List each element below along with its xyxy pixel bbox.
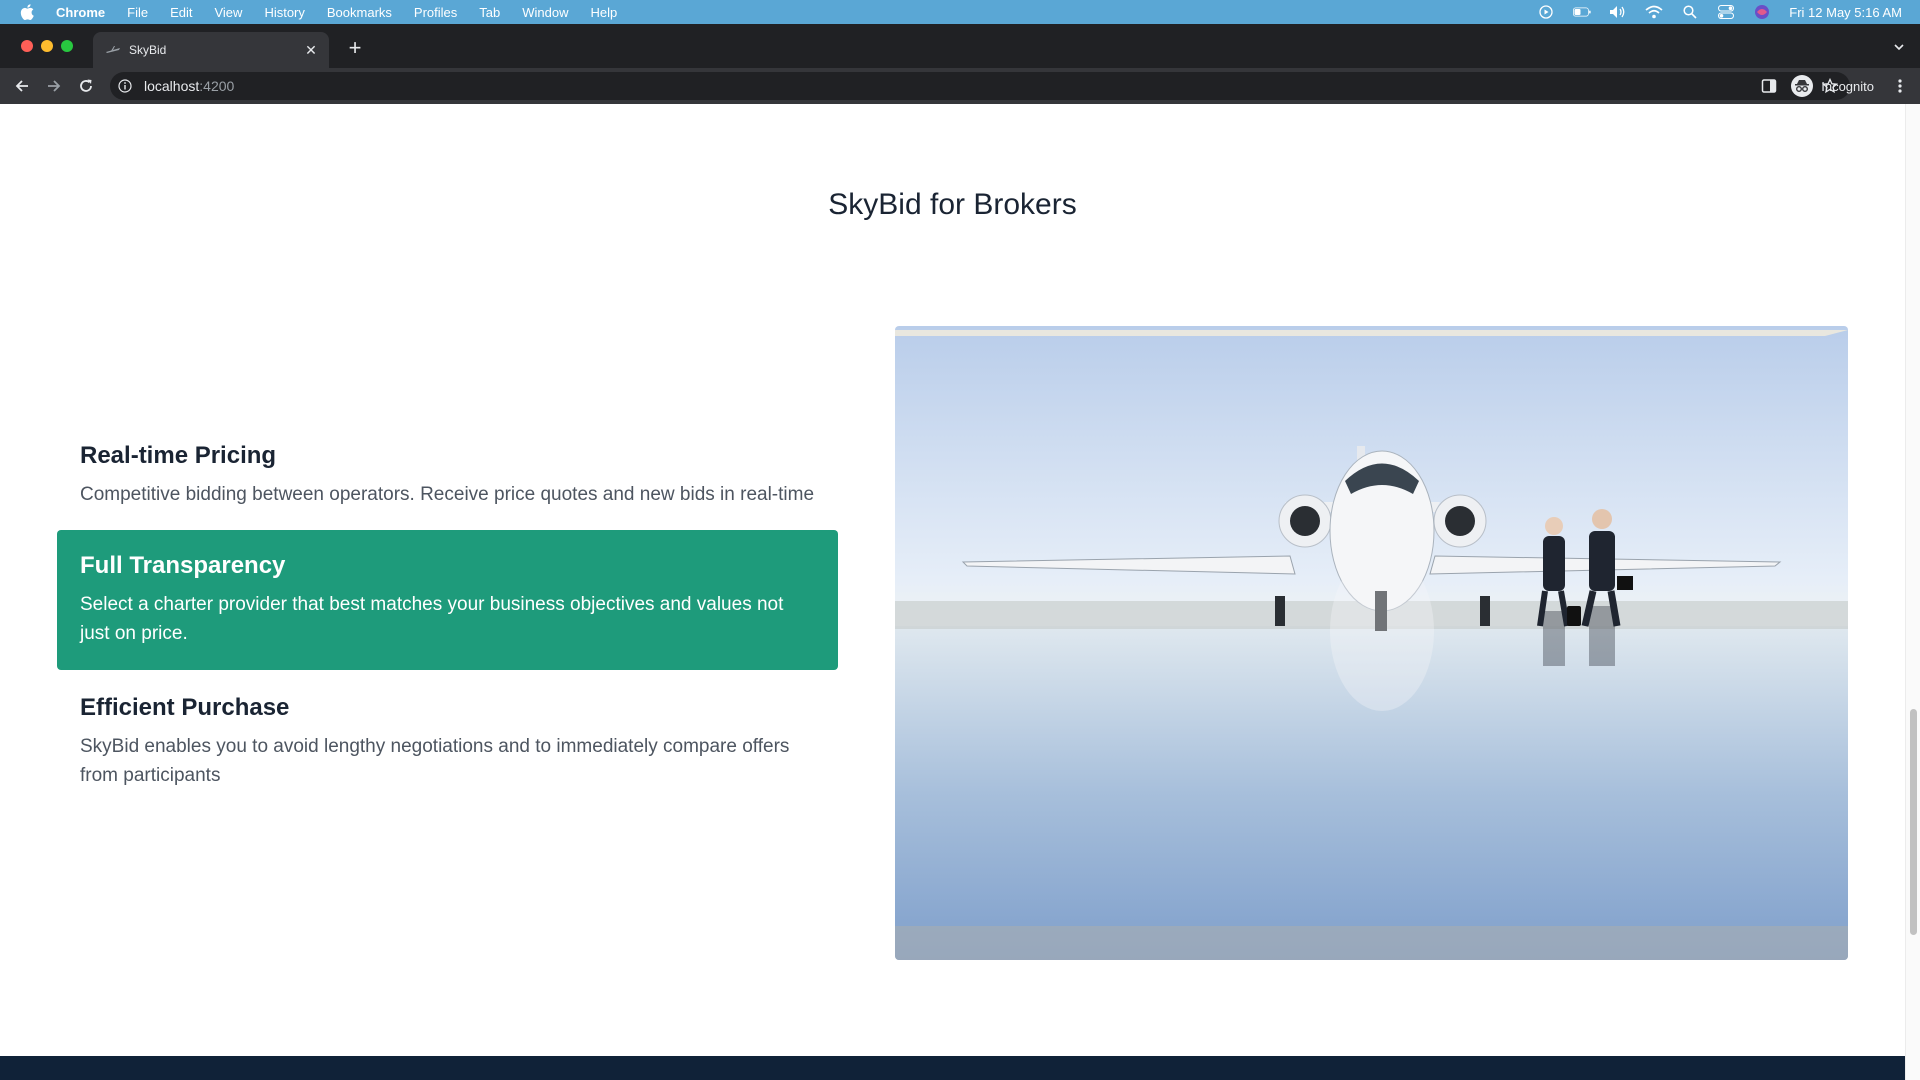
siri-icon[interactable] (1753, 5, 1771, 19)
control-center-icon[interactable] (1717, 5, 1735, 19)
battery-icon[interactable] (1573, 5, 1591, 19)
feature-efficient-purchase[interactable]: Efficient Purchase SkyBid enables you to… (57, 672, 838, 812)
menu-profiles[interactable]: Profiles (414, 5, 457, 20)
back-arrow-icon[interactable] (12, 76, 32, 96)
browser-toolbar: localhost:4200 Incognito (0, 68, 1920, 104)
url-host: localhost (144, 78, 200, 94)
feature-realtime-pricing[interactable]: Real-time Pricing Competitive bidding be… (57, 420, 838, 531)
site-info-icon[interactable] (118, 78, 134, 94)
url-port: :4200 (199, 78, 235, 94)
browser-tab-strip: SkyBid ✕ + (0, 24, 1920, 68)
menu-history[interactable]: History (264, 5, 304, 20)
feature-description: Select a charter provider that best matc… (80, 594, 784, 644)
feature-description: Competitive bidding between operators. R… (80, 484, 815, 505)
window-zoom-button[interactable] (61, 40, 73, 52)
new-tab-plus-icon[interactable]: + (345, 35, 365, 60)
menu-file[interactable]: File (127, 5, 148, 20)
scrollbar-thumb[interactable] (1910, 709, 1917, 935)
menu-help[interactable]: Help (591, 5, 618, 20)
reload-icon[interactable] (76, 76, 96, 96)
wifi-icon[interactable] (1645, 5, 1663, 19)
tab-search-chevron-icon[interactable] (1892, 40, 1906, 54)
macos-menu-bar: Chrome File Edit View History Bookmarks … (0, 0, 1920, 24)
volume-icon[interactable] (1609, 5, 1627, 19)
feature-title: Efficient Purchase (80, 694, 290, 721)
feature-title: Real-time Pricing (80, 442, 277, 469)
feature-description: SkyBid enables you to avoid lengthy nego… (80, 736, 790, 786)
menubar-clock[interactable]: Fri 12 May 5:16 AM (1789, 5, 1902, 20)
menu-edit[interactable]: Edit (170, 5, 192, 20)
spotlight-search-icon[interactable] (1681, 5, 1699, 19)
feature-title: Full Transparency (80, 552, 286, 579)
incognito-label: Incognito (1821, 78, 1874, 94)
menu-view[interactable]: View (214, 5, 242, 20)
more-menu-icon[interactable] (1890, 76, 1910, 96)
tab-title: SkyBid (129, 43, 167, 57)
menu-window[interactable]: Window (522, 5, 568, 20)
window-close-button[interactable] (21, 40, 33, 52)
incognito-profile-button[interactable]: Incognito (1791, 75, 1874, 97)
menu-tab[interactable]: Tab (479, 5, 500, 20)
page-title: SkyBid for Brokers (828, 188, 1077, 221)
window-minimize-button[interactable] (41, 40, 53, 52)
footer-section (0, 1056, 1905, 1080)
browser-tab-skybid[interactable]: SkyBid ✕ (93, 32, 329, 68)
apple-logo-icon[interactable] (20, 4, 36, 20)
menu-app-name[interactable]: Chrome (56, 5, 105, 20)
incognito-icon (1791, 75, 1814, 97)
tab-close-icon[interactable]: ✕ (303, 42, 319, 58)
plane-favicon-icon (105, 42, 121, 58)
page-scrollbar[interactable] (1905, 104, 1920, 1080)
forward-arrow-icon[interactable] (44, 76, 64, 96)
side-panel-icon[interactable] (1759, 76, 1779, 96)
play-circle-icon[interactable] (1537, 5, 1555, 19)
menu-bookmarks[interactable]: Bookmarks (327, 5, 392, 20)
feature-full-transparency[interactable]: Full Transparency Select a charter provi… (57, 530, 838, 670)
private-jet-hero-image (895, 326, 1848, 960)
page-viewport: SkyBid for Brokers Real-time Pricing Com… (0, 104, 1920, 1080)
address-bar[interactable]: localhost:4200 (110, 72, 1850, 100)
